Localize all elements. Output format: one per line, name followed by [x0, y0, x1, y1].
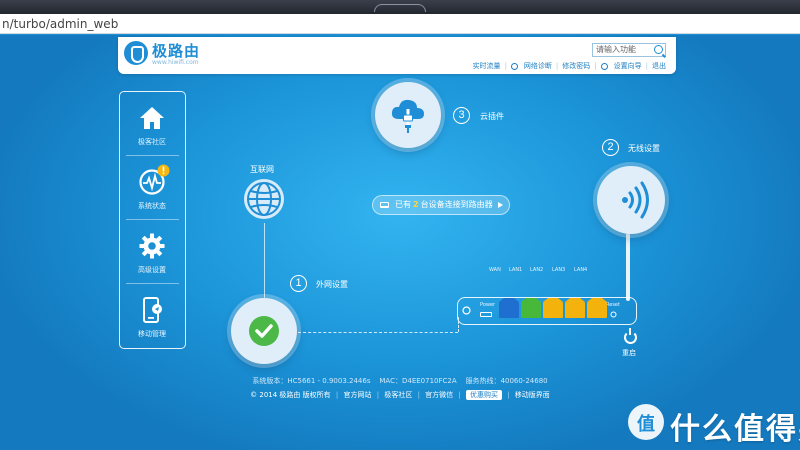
link-network-diagnose[interactable]: 网络诊断 [524, 61, 552, 71]
sidebar-item-advanced-settings[interactable]: 高级设置 [120, 220, 184, 282]
brand-url: www.hiwifi.com [152, 59, 199, 66]
lan1-port [521, 298, 541, 318]
lan2-port [543, 298, 563, 318]
network-diagnose-icon [510, 62, 518, 70]
search-placeholder: 请输入功能 [596, 45, 636, 54]
promo-purchase-button[interactable]: 优惠购买 [465, 390, 502, 400]
footer-links: © 2014 极路由 版权所有 | 官方网站 | 极客社区 | 官方微信 | 优… [250, 390, 550, 400]
wireless-settings-button[interactable] [597, 166, 665, 234]
wan-settings-label[interactable]: 外网设置 [316, 279, 348, 290]
sidebar-item-system-status[interactable]: 系统状态 [120, 156, 184, 218]
port-label-lan4: LAN4 [574, 267, 588, 273]
lan4-port [587, 298, 607, 318]
router-antenna [626, 233, 630, 301]
footer-link-mobile-version[interactable]: 移动版界面 [515, 391, 550, 399]
cloud-plug-icon [391, 99, 424, 133]
search-input[interactable]: 请输入功能 [592, 43, 666, 57]
mobile-icon [143, 297, 162, 323]
wan-connector-dashed-line [298, 332, 458, 333]
browser-title-bar [0, 0, 800, 14]
internet-label: 互联网 [250, 165, 274, 174]
wifi-signal-icon [622, 181, 649, 219]
mac-value: D4EE0710FC2A [401, 377, 457, 385]
sidebar-item-community[interactable]: 极客社区 [120, 92, 184, 154]
connected-devices-button[interactable]: 已有 2 台设备连接到路由器 [372, 195, 510, 215]
power-port [480, 312, 492, 317]
step-1-badge: 1 [290, 275, 307, 292]
mac-label: MAC： [379, 377, 402, 385]
cloud-plugin-button[interactable] [375, 82, 441, 148]
header-card: 极路由 www.hiwifi.com 请输入功能 实时流量 | 网络诊断 | 修… [118, 37, 676, 74]
smzdm-watermark: 值 什么值得买 [628, 402, 800, 447]
devices-suffix: 台设备连接到路由器 [420, 200, 493, 209]
version-value: HC5661 - 0.9003.2446s [287, 377, 371, 385]
setup-wizard-icon [600, 62, 608, 70]
sidebar-item-mobile-management[interactable]: 移动管理 [120, 284, 184, 346]
watermark-text: 什么值得买 [670, 412, 800, 447]
system-info-line: 系统版本：HC5661 - 0.9003.2446s MAC：D4EE0710F… [0, 376, 800, 386]
search-icon[interactable] [654, 45, 663, 54]
watermark-badge-text: 值 [637, 414, 655, 435]
router-admin-stage: 极路由 www.hiwifi.com 请输入功能 实时流量 | 网络诊断 | 修… [0, 35, 800, 450]
lan3-port [565, 298, 585, 318]
port-label-wan: WAN [489, 267, 501, 273]
reset-port-label: Reset [606, 302, 620, 308]
version-label: 系统版本： [252, 377, 288, 385]
link-realtime-traffic[interactable]: 实时流量 [473, 61, 501, 71]
address-bar[interactable]: n/turbo/admin_web [0, 14, 800, 34]
port-label-lan3: LAN3 [552, 267, 566, 273]
port-label-lan1: LAN1 [509, 267, 523, 273]
reset-hole-icon [610, 311, 617, 318]
footer-link-wechat[interactable]: 官方微信 [425, 391, 453, 399]
hotline-value: 40060-24680 [500, 377, 548, 385]
globe-icon [244, 179, 284, 219]
home-icon [140, 107, 164, 129]
link-setup-wizard[interactable]: 设置向导 [614, 61, 642, 71]
wan-port [499, 298, 519, 318]
check-circle-icon [249, 316, 279, 346]
sidebar-item-label: 移动管理 [138, 330, 166, 338]
hiwifi-logo-icon [124, 41, 148, 65]
sidebar-item-label: 高级设置 [138, 266, 166, 274]
step-2-badge: 2 [602, 139, 619, 156]
address-bar-text: n/turbo/admin_web [2, 17, 119, 31]
alert-badge-icon [157, 164, 170, 177]
copyright-text: © 2014 极路由 版权所有 [250, 391, 331, 399]
sidebar-item-label: 极客社区 [138, 138, 166, 146]
header-links: 实时流量 | 网络诊断 | 修改密码 | 设置向导 | 退出 [472, 61, 666, 71]
port-label-lan2: LAN2 [530, 267, 544, 273]
router-led-icon [462, 306, 471, 315]
step-3-badge: 3 [453, 107, 470, 124]
power-icon[interactable] [624, 328, 637, 344]
sidebar: 极客社区 系统状态 高级设置 移动管理 [119, 91, 186, 349]
reboot-button[interactable]: 重启 [622, 348, 636, 358]
gear-icon [139, 233, 165, 259]
internet-connector-line [264, 223, 265, 299]
link-change-password[interactable]: 修改密码 [562, 61, 590, 71]
devices-prefix: 已有 [395, 200, 411, 209]
smzdm-logo-icon: 值 [628, 404, 664, 440]
footer-link-official-site[interactable]: 官方网站 [344, 391, 372, 399]
power-port-label: Power [480, 302, 496, 308]
car-logo-icon [374, 4, 426, 12]
arrow-right-icon [498, 202, 503, 208]
footer-link-community[interactable]: 极客社区 [384, 391, 412, 399]
sidebar-item-label: 系统状态 [138, 202, 166, 210]
cloud-plugin-label[interactable]: 云插件 [480, 111, 504, 122]
laptop-icon [380, 202, 389, 208]
link-logout[interactable]: 退出 [652, 61, 666, 71]
wan-settings-button[interactable] [231, 298, 297, 364]
devices-count: 2 [413, 200, 419, 209]
wireless-settings-label[interactable]: 无线设置 [628, 143, 660, 154]
hotline-label: 服务热线： [465, 377, 501, 385]
brand-name: 极路由 [152, 42, 201, 60]
